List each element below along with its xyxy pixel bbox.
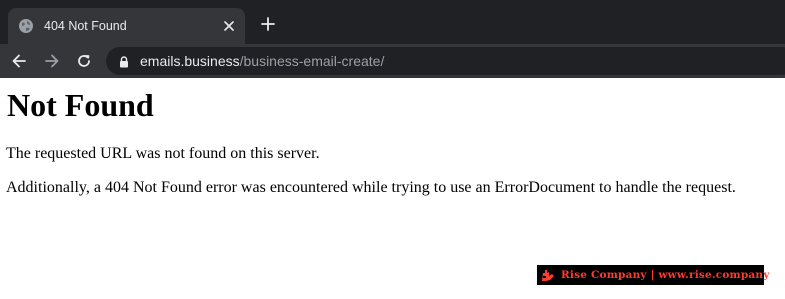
url-path: /business-email-create/ [239,53,385,69]
tab-strip: 404 Not Found [0,0,785,44]
arrow-right-icon[interactable] [42,51,62,71]
error-detail: Additionally, a 404 Not Found error was … [6,179,736,196]
reload-icon[interactable] [74,51,94,71]
browser-toolbar: emails.business/business-email-create/ [0,44,785,78]
plus-icon[interactable] [258,14,278,34]
error-message: The requested URL was not found on this … [6,145,320,162]
tab-title: 404 Not Found [44,19,127,33]
lock-icon[interactable] [119,55,129,68]
watermark: Rise Company | www.rise.company [537,265,769,285]
address-bar[interactable]: emails.business/business-email-create/ [106,47,785,75]
arrow-left-icon[interactable] [9,51,29,71]
browser-tab[interactable]: 404 Not Found [8,8,245,44]
url-text[interactable]: emails.business/business-email-create/ [140,53,384,69]
rise-company-logo [540,267,556,283]
url-host: emails.business [140,53,240,69]
globe-icon [18,18,34,34]
page-title: Not Found [7,87,154,123]
close-icon[interactable] [221,18,237,34]
watermark-text: Rise Company | www.rise.company [561,269,770,281]
